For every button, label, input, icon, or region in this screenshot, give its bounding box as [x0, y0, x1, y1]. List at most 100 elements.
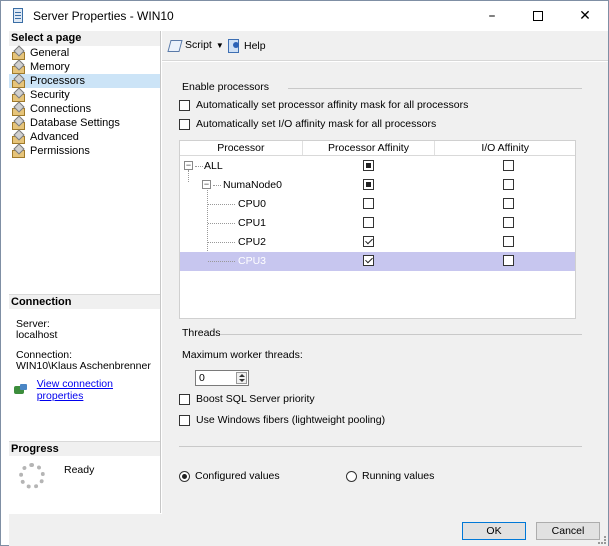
connection-value: WIN10\Klaus Aschenbrenner	[16, 360, 151, 372]
io-affinity-checkbox[interactable]	[503, 198, 514, 209]
progress-spinner-icon	[19, 463, 45, 489]
collapse-toggle-icon[interactable]: −	[184, 161, 193, 170]
page-item-label: Connections	[30, 103, 92, 115]
running-values-radio[interactable]	[346, 470, 357, 482]
io-affinity-checkbox[interactable]	[503, 160, 514, 171]
page-item-processors[interactable]: Processors	[9, 74, 160, 88]
page-item-database-settings[interactable]: Database Settings	[9, 116, 160, 130]
page-item-label: Security	[30, 89, 70, 101]
auto-processor-affinity-checkbox[interactable]	[179, 99, 190, 111]
resize-grip-icon[interactable]	[598, 536, 606, 544]
close-button[interactable]: ✕	[562, 1, 608, 31]
windows-fibers-checkbox[interactable]	[179, 414, 190, 426]
auto-io-affinity-row[interactable]: Automatically set I/O affinity mask for …	[179, 118, 436, 130]
grid-header: Processor Processor Affinity I/O Affinit…	[180, 141, 575, 156]
table-row-cpu3[interactable]: CPU3	[180, 252, 575, 271]
table-row-cpu0[interactable]: CPU0	[180, 195, 575, 214]
processor-affinity-checkbox[interactable]	[363, 179, 374, 190]
column-header-processor[interactable]: Processor	[180, 141, 303, 155]
auto-processor-affinity-row[interactable]: Automatically set processor affinity mas…	[179, 99, 468, 111]
minimize-button[interactable]: –	[469, 1, 515, 31]
max-worker-threads-input[interactable]: 0	[195, 370, 249, 386]
boost-priority-row[interactable]: Boost SQL Server priority	[179, 393, 315, 405]
connection-header: Connection	[9, 294, 160, 309]
page-item-label: Permissions	[30, 145, 90, 157]
processor-affinity-checkbox[interactable]	[363, 217, 374, 228]
wrench-icon	[11, 75, 25, 88]
processor-label: CPU3	[238, 255, 267, 267]
configured-values-radio[interactable]	[179, 470, 190, 482]
processor-affinity-checkbox[interactable]	[363, 255, 374, 266]
io-affinity-checkbox[interactable]	[503, 255, 514, 266]
tree-connector	[208, 261, 235, 262]
group-divider	[288, 88, 582, 89]
processor-affinity-checkbox[interactable]	[363, 198, 374, 209]
view-connection-properties-link[interactable]: View connection properties	[14, 378, 160, 402]
io-affinity-checkbox[interactable]	[503, 236, 514, 247]
page-item-label: Memory	[30, 61, 70, 73]
max-worker-threads-label: Maximum worker threads:	[182, 349, 303, 361]
processor-label: NumaNode0	[223, 179, 282, 191]
table-row-cpu2[interactable]: CPU2	[180, 233, 575, 252]
tree-connector	[213, 185, 221, 186]
table-row-all[interactable]: − ALL	[180, 157, 575, 176]
wrench-icon	[11, 131, 25, 144]
processor-label: CPU2	[238, 236, 267, 248]
boost-priority-label: Boost SQL Server priority	[196, 393, 315, 405]
table-row-numanode0[interactable]: − NumaNode0	[180, 176, 575, 195]
auto-io-affinity-checkbox[interactable]	[179, 118, 190, 130]
io-affinity-checkbox[interactable]	[503, 217, 514, 228]
auto-processor-affinity-label: Automatically set processor affinity mas…	[196, 99, 469, 111]
boost-priority-checkbox[interactable]	[179, 393, 190, 405]
page-item-advanced[interactable]: Advanced	[9, 130, 160, 144]
server-properties-icon	[13, 8, 23, 23]
help-button[interactable]: Help	[228, 39, 266, 53]
table-row-cpu1[interactable]: CPU1	[180, 214, 575, 233]
ok-button[interactable]: OK	[462, 522, 526, 540]
page-item-label: General	[30, 47, 70, 59]
auto-io-affinity-label: Automatically set I/O affinity mask for …	[196, 118, 437, 130]
processor-affinity-grid: Processor Processor Affinity I/O Affinit…	[179, 140, 576, 319]
column-header-processor-affinity[interactable]: Processor Affinity	[303, 141, 436, 155]
wrench-icon	[11, 89, 25, 102]
collapse-toggle-icon[interactable]: −	[202, 180, 211, 189]
column-header-io-affinity[interactable]: I/O Affinity	[435, 141, 575, 155]
progress-header: Progress	[9, 441, 160, 456]
processor-label: CPU1	[238, 217, 267, 229]
dropdown-caret-icon[interactable]: ▼	[216, 41, 224, 50]
processor-label: ALL	[204, 160, 223, 172]
toolbar: Script ▼ Help	[162, 31, 608, 61]
processor-affinity-checkbox[interactable]	[363, 160, 374, 171]
wrench-icon	[11, 103, 25, 116]
title-bar: Server Properties - WIN10 – ✕	[1, 1, 608, 31]
cancel-button[interactable]: Cancel	[536, 522, 600, 540]
view-connection-properties-text[interactable]: View connection properties	[37, 378, 160, 402]
help-icon	[228, 39, 241, 53]
script-button[interactable]: Script ▼	[168, 39, 224, 51]
running-values-option[interactable]: Running values	[346, 470, 434, 482]
wrench-icon	[11, 145, 25, 158]
processors-page: Enable processors Automatically set proc…	[162, 62, 608, 514]
page-item-connections[interactable]: Connections	[9, 102, 160, 116]
connection-properties-icon	[14, 384, 28, 396]
processor-affinity-checkbox[interactable]	[363, 236, 374, 247]
left-pane: Select a page General Memory Processors …	[9, 31, 161, 513]
page-item-security[interactable]: Security	[9, 88, 160, 102]
page-item-memory[interactable]: Memory	[9, 60, 160, 74]
io-affinity-checkbox[interactable]	[503, 179, 514, 190]
windows-fibers-row[interactable]: Use Windows fibers (lightweight pooling)	[179, 414, 385, 426]
processor-label: CPU0	[238, 198, 267, 210]
window-title: Server Properties - WIN10	[33, 9, 174, 23]
page-item-permissions[interactable]: Permissions	[9, 144, 160, 158]
script-label: Script	[185, 39, 212, 51]
maximize-button[interactable]	[515, 1, 561, 31]
dialog-button-bar: OK Cancel	[9, 514, 608, 546]
configured-values-option[interactable]: Configured values	[179, 470, 280, 482]
server-value: localhost	[16, 329, 58, 341]
help-label: Help	[244, 39, 266, 52]
spin-buttons-icon[interactable]	[236, 372, 247, 384]
page-item-general[interactable]: General	[9, 46, 160, 60]
server-properties-dialog: Server Properties - WIN10 – ✕ Select a p…	[0, 0, 609, 546]
page-item-label: Processors	[30, 75, 86, 87]
script-icon	[168, 39, 182, 51]
